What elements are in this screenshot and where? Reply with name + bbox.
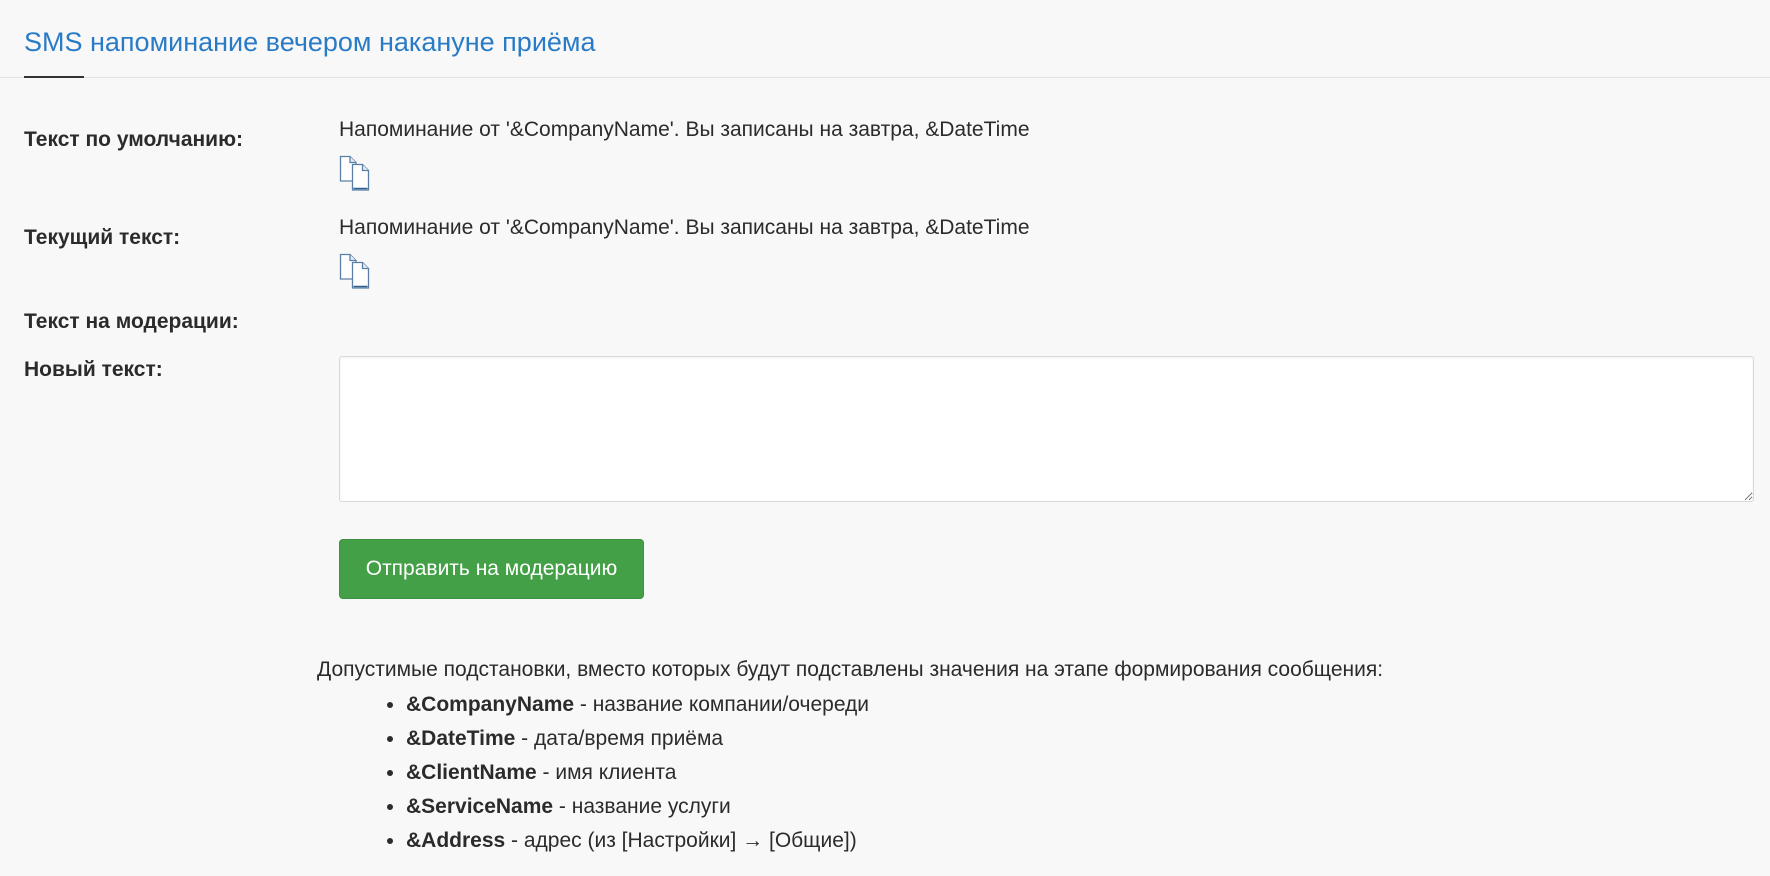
substitution-key: &ClientName bbox=[406, 761, 537, 784]
list-item: &ClientName - имя клиента bbox=[406, 756, 869, 790]
substitution-desc: - дата/время приёма bbox=[515, 727, 724, 750]
substitution-key: &DateTime bbox=[406, 727, 516, 750]
title-divider bbox=[0, 77, 1770, 78]
substitution-key: &CompanyName bbox=[406, 693, 575, 716]
substitution-key: &ServiceName bbox=[406, 795, 554, 818]
substitutions-list: &CompanyName - название компании/очереди… bbox=[380, 688, 869, 858]
new-text-input[interactable] bbox=[339, 356, 1754, 502]
substitution-key: &Address bbox=[406, 829, 506, 852]
title-accent-underline bbox=[24, 76, 84, 78]
substitution-desc: - название компании/очереди bbox=[574, 693, 870, 716]
list-item: &CompanyName - название компании/очереди bbox=[406, 688, 869, 722]
submit-for-moderation-button[interactable]: Отправить на модерацию bbox=[339, 539, 644, 599]
section-title: SMS напоминание вечером накануне приёма bbox=[24, 27, 596, 57]
list-item: &Address - адрес (из [Настройки] → [Общи… bbox=[406, 824, 869, 858]
copy-current-text-icon[interactable] bbox=[339, 253, 379, 289]
list-item: &DateTime - дата/время приёма bbox=[406, 722, 869, 756]
new-text-label: Новый текст: bbox=[24, 358, 163, 381]
current-text-label: Текущий текст: bbox=[24, 226, 181, 249]
copy-icon bbox=[339, 155, 370, 191]
substitutions-intro: Допустимые подстановки, вместо которых б… bbox=[317, 658, 1384, 681]
default-text-label: Текст по умолчанию: bbox=[24, 128, 244, 151]
copy-icon bbox=[339, 253, 370, 289]
copy-default-text-icon[interactable] bbox=[339, 155, 379, 191]
substitution-desc: - имя клиента bbox=[536, 761, 677, 784]
sms-reminder-settings: SMS напоминание вечером накануне приёма … bbox=[0, 0, 1770, 876]
substitution-desc: - адрес (из [Настройки] → [Общие]) bbox=[505, 829, 857, 852]
substitution-desc: - название услуги bbox=[553, 795, 731, 818]
default-text-value: Напоминание от '&CompanyName'. Вы записа… bbox=[339, 118, 1030, 141]
current-text-value: Напоминание от '&CompanyName'. Вы записа… bbox=[339, 216, 1030, 239]
list-item: &ServiceName - название услуги bbox=[406, 790, 869, 824]
moderation-text-label: Текст на модерации: bbox=[24, 310, 239, 333]
